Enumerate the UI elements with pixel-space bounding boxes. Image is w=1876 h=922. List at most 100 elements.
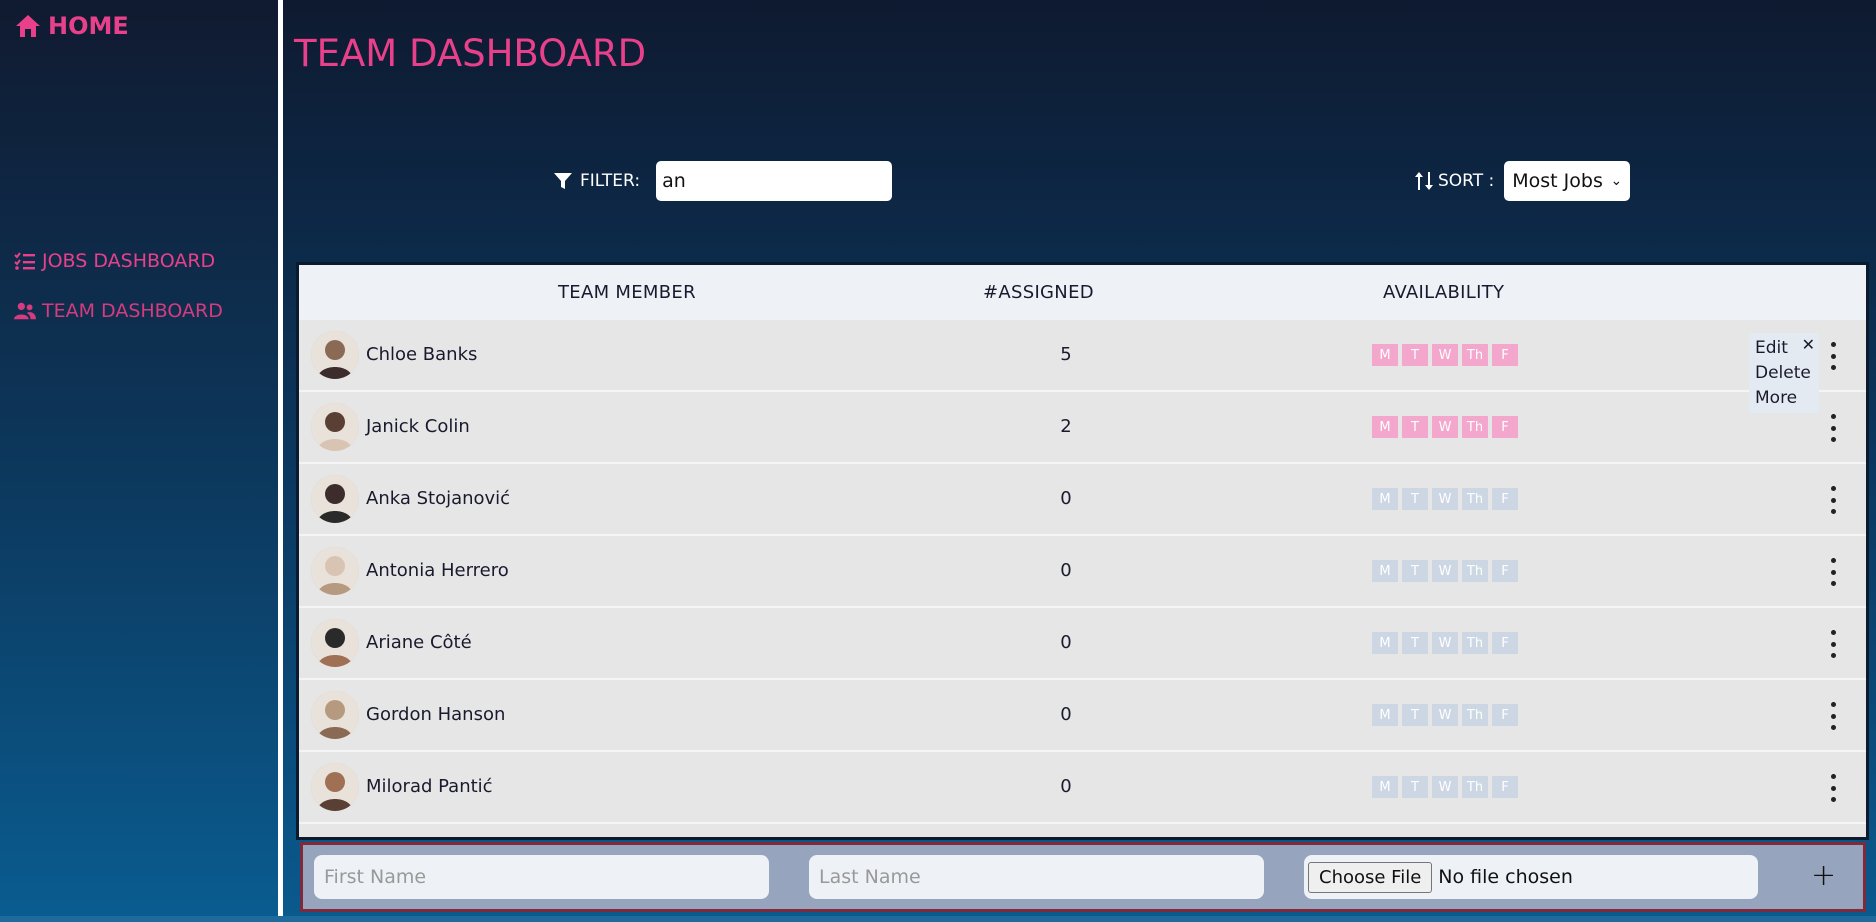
sidebar-item-jobs-dashboard[interactable]: JOBS DASHBOARD bbox=[14, 250, 215, 272]
sort-select[interactable]: Most Jobs ⌄ bbox=[1504, 161, 1631, 201]
day-badge[interactable]: Th bbox=[1462, 776, 1488, 798]
member-name: Ariane Côté bbox=[366, 632, 472, 653]
close-icon[interactable]: ✕ bbox=[1802, 335, 1815, 354]
sort-selected-value: Most Jobs bbox=[1512, 170, 1603, 192]
assigned-count: 5 bbox=[1060, 344, 1072, 365]
day-badge[interactable]: F bbox=[1492, 416, 1518, 438]
column-header-team-member: TEAM MEMBER bbox=[558, 282, 696, 303]
day-badge[interactable]: T bbox=[1402, 776, 1428, 798]
column-header-assigned: #ASSIGNED bbox=[983, 282, 1094, 303]
availability-days: M T W Th F bbox=[1372, 416, 1518, 438]
more-options-icon[interactable] bbox=[1828, 774, 1838, 802]
filter-input[interactable] bbox=[656, 161, 893, 201]
table-row: Milorad Pantić 0 M T W Th F bbox=[299, 752, 1866, 824]
day-badge[interactable]: T bbox=[1402, 704, 1428, 726]
member-name: Milorad Pantić bbox=[366, 776, 493, 797]
sidebar-item-label: JOBS DASHBOARD bbox=[42, 250, 216, 272]
choose-file-button[interactable]: Choose File bbox=[1308, 861, 1433, 893]
day-badge[interactable]: W bbox=[1432, 560, 1458, 582]
filter-label: FILTER: bbox=[580, 171, 641, 191]
member-name: Chloe Banks bbox=[366, 344, 478, 365]
availability-days: M T W Th F bbox=[1372, 344, 1518, 366]
filter-icon bbox=[554, 172, 572, 189]
menu-item-more[interactable]: More bbox=[1755, 386, 1813, 411]
filter-control: FILTER: bbox=[554, 161, 893, 201]
sidebar: HOME JOBS DASHBOARD TEAM DASHBOARD bbox=[0, 0, 278, 916]
day-badge[interactable]: W bbox=[1432, 416, 1458, 438]
day-badge[interactable]: F bbox=[1492, 488, 1518, 510]
member-name: Gordon Hanson bbox=[366, 704, 506, 725]
day-badge[interactable]: Th bbox=[1462, 704, 1488, 726]
day-badge[interactable]: M bbox=[1372, 344, 1398, 366]
assigned-count: 0 bbox=[1060, 488, 1072, 509]
avatar bbox=[311, 691, 359, 739]
file-input: Choose File No file chosen bbox=[1304, 855, 1758, 899]
day-badge[interactable]: W bbox=[1432, 704, 1458, 726]
avatar bbox=[311, 331, 359, 379]
member-name: Anka Stojanović bbox=[366, 488, 511, 509]
last-name-field[interactable]: Last Name bbox=[809, 855, 1264, 899]
day-badge[interactable]: T bbox=[1402, 488, 1428, 510]
sidebar-item-team-dashboard[interactable]: TEAM DASHBOARD bbox=[14, 300, 223, 322]
day-badge[interactable]: W bbox=[1432, 488, 1458, 510]
day-badge[interactable]: F bbox=[1492, 344, 1518, 366]
more-options-icon[interactable] bbox=[1828, 414, 1838, 442]
day-badge[interactable]: Th bbox=[1462, 632, 1488, 654]
first-name-field[interactable]: First Name bbox=[314, 855, 769, 899]
day-badge[interactable]: M bbox=[1372, 704, 1398, 726]
availability-days: M T W Th F bbox=[1372, 704, 1518, 726]
table-body: Chloe Banks 5 M T W Th F Janick Colin 2 M T W Th F Ank… bbox=[299, 320, 1866, 837]
day-badge[interactable]: T bbox=[1402, 416, 1428, 438]
page-title: TEAM DASHBOARD bbox=[294, 32, 647, 75]
day-badge[interactable]: W bbox=[1432, 776, 1458, 798]
avatar bbox=[311, 547, 359, 595]
day-badge[interactable]: T bbox=[1402, 344, 1428, 366]
day-badge[interactable]: F bbox=[1492, 776, 1518, 798]
day-badge[interactable]: M bbox=[1372, 776, 1398, 798]
table-row: Ariane Côté 0 M T W Th F bbox=[299, 608, 1866, 680]
avatar bbox=[311, 475, 359, 523]
day-badge[interactable]: T bbox=[1402, 632, 1428, 654]
availability-days: M T W Th F bbox=[1372, 488, 1518, 510]
day-badge[interactable]: M bbox=[1372, 416, 1398, 438]
day-badge[interactable]: T bbox=[1402, 560, 1428, 582]
day-badge[interactable]: M bbox=[1372, 488, 1398, 510]
table-header: TEAM MEMBER #ASSIGNED AVAILABILITY bbox=[299, 265, 1866, 320]
sort-arrows-icon bbox=[1415, 172, 1433, 190]
more-options-icon[interactable] bbox=[1828, 558, 1838, 586]
day-badge[interactable]: F bbox=[1492, 704, 1518, 726]
day-badge[interactable]: Th bbox=[1462, 344, 1488, 366]
home-link[interactable]: HOME bbox=[14, 12, 129, 40]
table-row: Antonia Herrero 0 M T W Th F bbox=[299, 536, 1866, 608]
day-badge[interactable]: M bbox=[1372, 560, 1398, 582]
table-row: Janick Colin 2 M T W Th F bbox=[299, 392, 1866, 464]
home-icon bbox=[16, 15, 40, 37]
list-check-icon bbox=[14, 252, 35, 270]
day-badge[interactable]: Th bbox=[1462, 560, 1488, 582]
avatar bbox=[311, 403, 359, 451]
row-action-menu: ✕ Edit Delete More bbox=[1749, 333, 1819, 413]
sort-label: SORT : bbox=[1438, 171, 1495, 191]
bottom-strip bbox=[0, 916, 1876, 922]
users-icon bbox=[14, 302, 36, 320]
assigned-count: 0 bbox=[1060, 776, 1072, 797]
menu-item-delete[interactable]: Delete bbox=[1755, 361, 1813, 386]
team-table: TEAM MEMBER #ASSIGNED AVAILABILITY Chloe… bbox=[296, 262, 1869, 840]
more-options-icon[interactable] bbox=[1828, 486, 1838, 514]
day-badge[interactable]: M bbox=[1372, 632, 1398, 654]
more-options-icon[interactable] bbox=[1828, 702, 1838, 730]
day-badge[interactable]: Th bbox=[1462, 488, 1488, 510]
availability-days: M T W Th F bbox=[1372, 632, 1518, 654]
day-badge[interactable]: F bbox=[1492, 632, 1518, 654]
avatar bbox=[311, 763, 359, 811]
assigned-count: 0 bbox=[1060, 560, 1072, 581]
day-badge[interactable]: F bbox=[1492, 560, 1518, 582]
more-options-icon[interactable] bbox=[1828, 630, 1838, 658]
day-badge[interactable]: W bbox=[1432, 344, 1458, 366]
availability-days: M T W Th F bbox=[1372, 560, 1518, 582]
more-options-icon[interactable] bbox=[1828, 342, 1838, 370]
day-badge[interactable]: W bbox=[1432, 632, 1458, 654]
add-member-button[interactable]: + bbox=[1811, 858, 1836, 893]
day-badge[interactable]: Th bbox=[1462, 416, 1488, 438]
member-name: Antonia Herrero bbox=[366, 560, 509, 581]
